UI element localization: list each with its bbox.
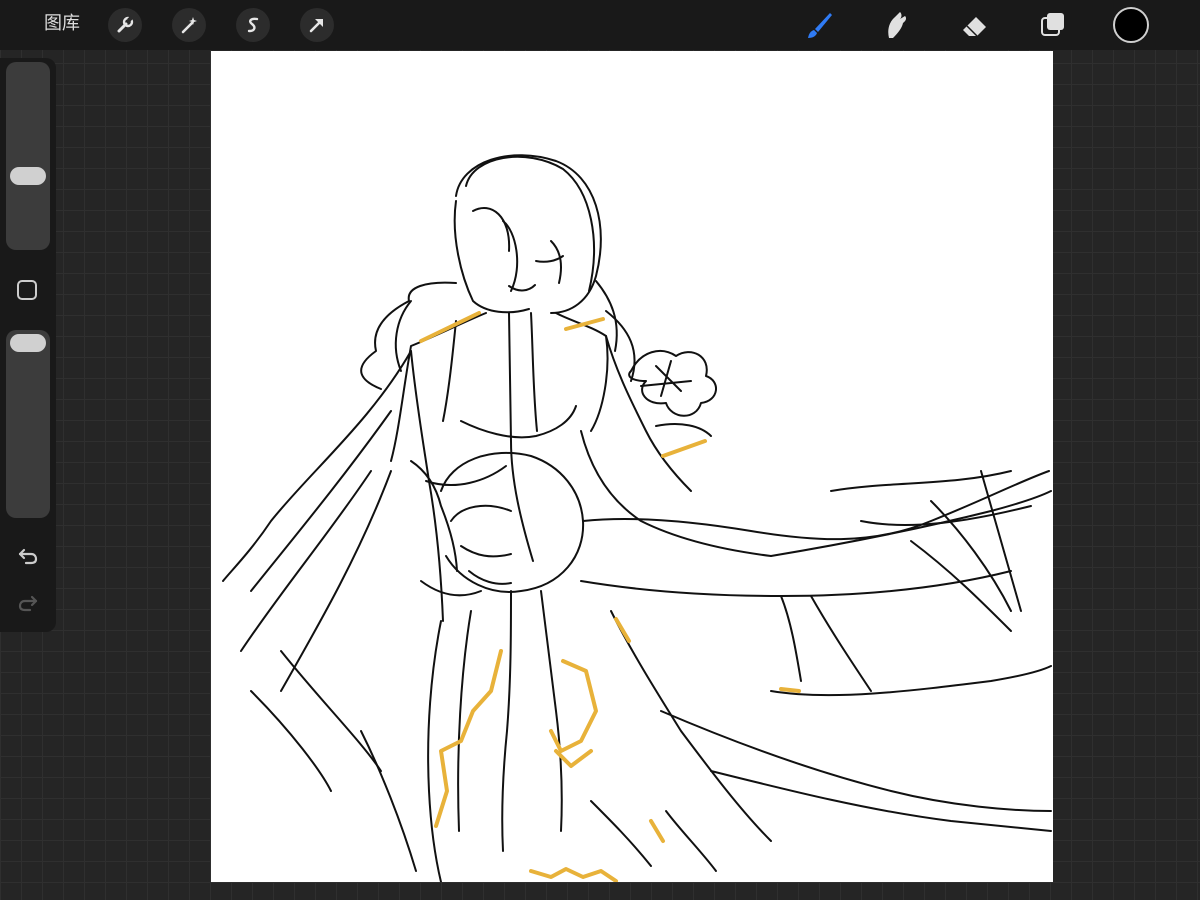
smudge-button[interactable] [878, 6, 916, 44]
drawing-canvas[interactable] [211, 51, 1053, 882]
sketch-artwork [222, 154, 1052, 882]
transform-button[interactable] [300, 8, 334, 42]
opacity-slider[interactable] [6, 330, 50, 518]
modify-button[interactable] [17, 280, 37, 300]
layers-button[interactable] [1034, 6, 1072, 44]
brush-size-thumb[interactable] [10, 167, 46, 185]
wrench-icon [117, 16, 134, 33]
brush-icon [808, 13, 832, 38]
eraser-button[interactable] [956, 6, 994, 44]
layers-icon [1041, 13, 1064, 36]
color-picker-button[interactable] [1113, 7, 1149, 43]
redo-icon[interactable] [16, 591, 40, 615]
gallery-button[interactable]: 图库 [44, 13, 80, 35]
selection-icon [247, 17, 259, 33]
actions-button[interactable] [108, 8, 142, 42]
undo-icon[interactable] [16, 544, 40, 568]
adjustments-button[interactable] [172, 8, 206, 42]
brush-size-slider[interactable] [6, 62, 50, 250]
eraser-icon [963, 17, 986, 37]
selection-button[interactable] [236, 8, 270, 42]
transform-arrow-icon [309, 19, 323, 33]
top-toolbar: 图库 [0, 0, 1200, 50]
smudge-icon [888, 12, 907, 38]
brush-button[interactable] [800, 6, 838, 44]
opacity-thumb[interactable] [10, 334, 46, 352]
left-sidebar [0, 58, 56, 632]
magic-wand-icon [181, 17, 197, 34]
